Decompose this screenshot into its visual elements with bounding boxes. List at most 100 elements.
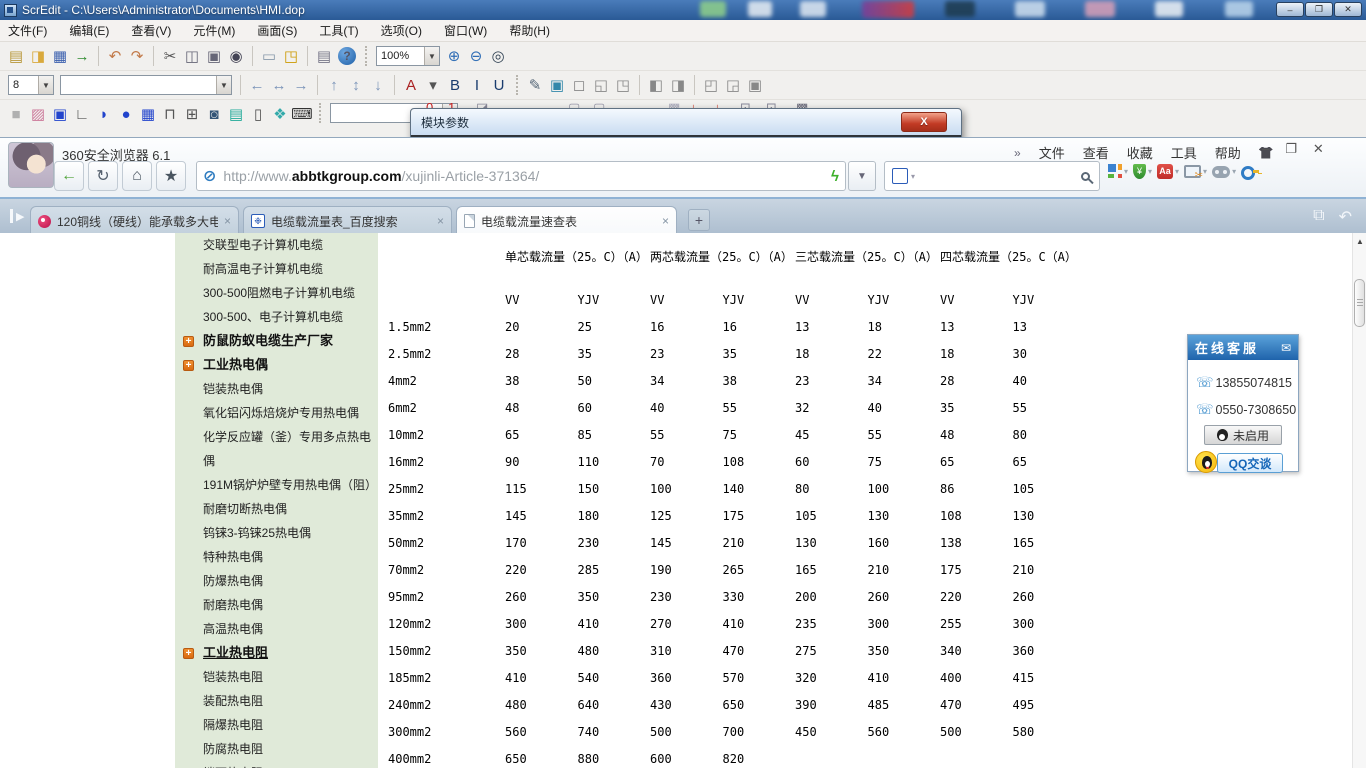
rect-icon[interactable]: ▣: [49, 103, 71, 125]
screedit-close-button[interactable]: ✕: [1334, 2, 1362, 17]
layer-lock-icon[interactable]: ▣: [744, 74, 766, 96]
sidebar-item-1[interactable]: +耐高温电子计算机电缆: [175, 257, 378, 281]
sidebar-item-12[interactable]: +特种热电偶: [175, 545, 378, 569]
dialog-titlebar[interactable]: 模块参数: [411, 109, 961, 135]
security-shield-button[interactable]: ▾: [1133, 164, 1152, 179]
animation-icon[interactable]: ❖: [269, 103, 291, 125]
pattern-icon[interactable]: ▦: [137, 103, 159, 125]
browser-restore-button[interactable]: ❐: [1285, 141, 1297, 157]
sidebar-item-19[interactable]: +隔爆热电阻: [175, 713, 378, 737]
sidebar-item-21[interactable]: +端面热电阻: [175, 761, 378, 768]
font-size-combo[interactable]: 8▼: [8, 75, 54, 95]
new-file-icon[interactable]: ▤: [5, 45, 27, 67]
new-window-tabs-icon[interactable]: ⧉: [1313, 207, 1324, 227]
image-icon[interactable]: ▣: [546, 74, 568, 96]
new-tab-button[interactable]: +: [688, 209, 710, 231]
sidebar-item-3[interactable]: +300-500、电子计算机电缆: [175, 305, 378, 329]
screedit-menu-2[interactable]: 查看(V): [131, 22, 171, 39]
pen-icon[interactable]: ✎: [524, 74, 546, 96]
search-engine-dropdown-icon[interactable]: ▾: [911, 172, 915, 181]
screen-name-combo[interactable]: ▼: [60, 75, 232, 95]
display-icon[interactable]: ▤: [225, 103, 247, 125]
sidebar-item-15[interactable]: +高温热电偶: [175, 617, 378, 641]
screedit-menu-0[interactable]: 文件(F): [8, 22, 47, 39]
search-box[interactable]: ▾: [884, 161, 1100, 191]
screedit-menu-6[interactable]: 选项(O): [381, 22, 422, 39]
redo-icon[interactable]: ↷: [126, 45, 148, 67]
sidebar-item-4[interactable]: +防鼠防蚁电缆生产厂家: [175, 329, 378, 353]
ungroup-icon[interactable]: ◨: [667, 74, 689, 96]
tab-close-icon[interactable]: ×: [662, 214, 669, 228]
sidebar-item-14[interactable]: +耐磨热电偶: [175, 593, 378, 617]
keyboard-icon[interactable]: ⌨: [291, 103, 313, 125]
color-dropdown-icon[interactable]: ▾: [422, 74, 444, 96]
fit-height-icon[interactable]: ◳: [612, 74, 634, 96]
bold-icon[interactable]: B: [444, 74, 466, 96]
zoom-out-icon[interactable]: ⊖: [465, 45, 487, 67]
tab-0[interactable]: 120铜线（硬线）能承载多大电×: [30, 206, 239, 235]
refresh-button[interactable]: ↻: [88, 161, 118, 191]
search-icon[interactable]: [1081, 172, 1090, 181]
fit-width-icon[interactable]: ◱: [590, 74, 612, 96]
arc-icon[interactable]: ◗: [93, 103, 115, 125]
font-color-icon[interactable]: A: [400, 74, 422, 96]
screedit-minimize-button[interactable]: –: [1276, 2, 1304, 17]
layer-front-icon[interactable]: ◰: [700, 74, 722, 96]
translate-button[interactable]: ▾: [1157, 164, 1179, 179]
hatch-icon[interactable]: ▨: [27, 103, 49, 125]
cut-icon[interactable]: ✂: [159, 45, 181, 67]
login-key-button[interactable]: [1241, 163, 1259, 179]
save-icon[interactable]: ▦: [49, 45, 71, 67]
tab-1[interactable]: 电缆载流量表_百度搜索×: [243, 206, 452, 235]
speed-mode-icon[interactable]: ϟ: [831, 168, 839, 185]
polyline-icon[interactable]: ∟: [71, 103, 93, 125]
scroll-up-icon[interactable]: ▲: [1353, 237, 1366, 246]
copy-icon[interactable]: ◫: [181, 45, 203, 67]
sidebar-item-6[interactable]: +铠装热电偶: [175, 377, 378, 401]
games-button[interactable]: ▾: [1212, 164, 1236, 178]
tab-2[interactable]: 电缆载流量速查表×: [456, 206, 677, 235]
sidebar-item-18[interactable]: +装配热电阻: [175, 689, 378, 713]
sidebar-item-16[interactable]: +工业热电阻: [175, 641, 378, 665]
screedit-menu-5[interactable]: 工具(T): [319, 22, 358, 39]
favorite-button[interactable]: ★: [156, 161, 186, 191]
door-icon[interactable]: ▯: [247, 103, 269, 125]
url-text[interactable]: http://www.abbtkgroup.com/xujinli-Articl…: [223, 168, 825, 184]
help-icon[interactable]: ?: [338, 47, 356, 65]
screedit-menu-8[interactable]: 帮助(H): [509, 22, 550, 39]
apps-grid-button[interactable]: ▾: [1108, 164, 1128, 178]
group-icon[interactable]: ◧: [645, 74, 667, 96]
tab-list-icon[interactable]: ▶: [10, 209, 24, 223]
screenshot-button[interactable]: ▾: [1184, 165, 1207, 178]
home-button[interactable]: ⌂: [122, 161, 152, 191]
layer-back-icon[interactable]: ◲: [722, 74, 744, 96]
open-file-icon[interactable]: ◨: [27, 45, 49, 67]
paste-icon[interactable]: ▣: [203, 45, 225, 67]
address-dropdown-button[interactable]: ▼: [848, 161, 876, 191]
zoom-in-icon[interactable]: ⊕: [443, 45, 465, 67]
undo-icon[interactable]: ↶: [104, 45, 126, 67]
sidebar-item-7[interactable]: +氧化铝闪烁焙烧炉专用热电偶: [175, 401, 378, 425]
italic-icon[interactable]: I: [466, 74, 488, 96]
browser-minimize-button[interactable]: –: [1262, 141, 1269, 157]
sidebar-item-0[interactable]: +交联型电子计算机电缆: [175, 233, 378, 257]
ellipse-icon[interactable]: ●: [115, 103, 137, 125]
align-bottom-icon[interactable]: ↓: [367, 74, 389, 96]
zoom-combo[interactable]: 100%▼: [376, 46, 440, 66]
screedit-menu-7[interactable]: 窗口(W): [444, 22, 487, 39]
sidebar-item-17[interactable]: +铠装热电阻: [175, 665, 378, 689]
sidebar-item-11[interactable]: +钨铼3-钨铼25热电偶: [175, 521, 378, 545]
underline-icon[interactable]: U: [488, 74, 510, 96]
align-h-center-icon[interactable]: ↔: [268, 74, 290, 96]
sidebar-item-9[interactable]: +191M锅炉炉壁专用热电偶（阻）: [175, 473, 378, 497]
export-icon[interactable]: →: [71, 45, 93, 67]
reopen-tab-icon[interactable]: ↶: [1339, 207, 1352, 227]
align-top-icon[interactable]: ↑: [323, 74, 345, 96]
window-part-icon[interactable]: ⊞: [181, 103, 203, 125]
dialog-close-button[interactable]: X: [901, 112, 947, 132]
baidu-search-engine-icon[interactable]: [892, 168, 908, 184]
sidebar-item-8[interactable]: +化学反应罐（釜）专用多点热电偶: [175, 425, 378, 473]
screedit-menu-1[interactable]: 编辑(E): [69, 22, 109, 39]
screedit-restore-button[interactable]: ❐: [1305, 2, 1333, 17]
scrollbar-thumb[interactable]: [1354, 279, 1365, 327]
